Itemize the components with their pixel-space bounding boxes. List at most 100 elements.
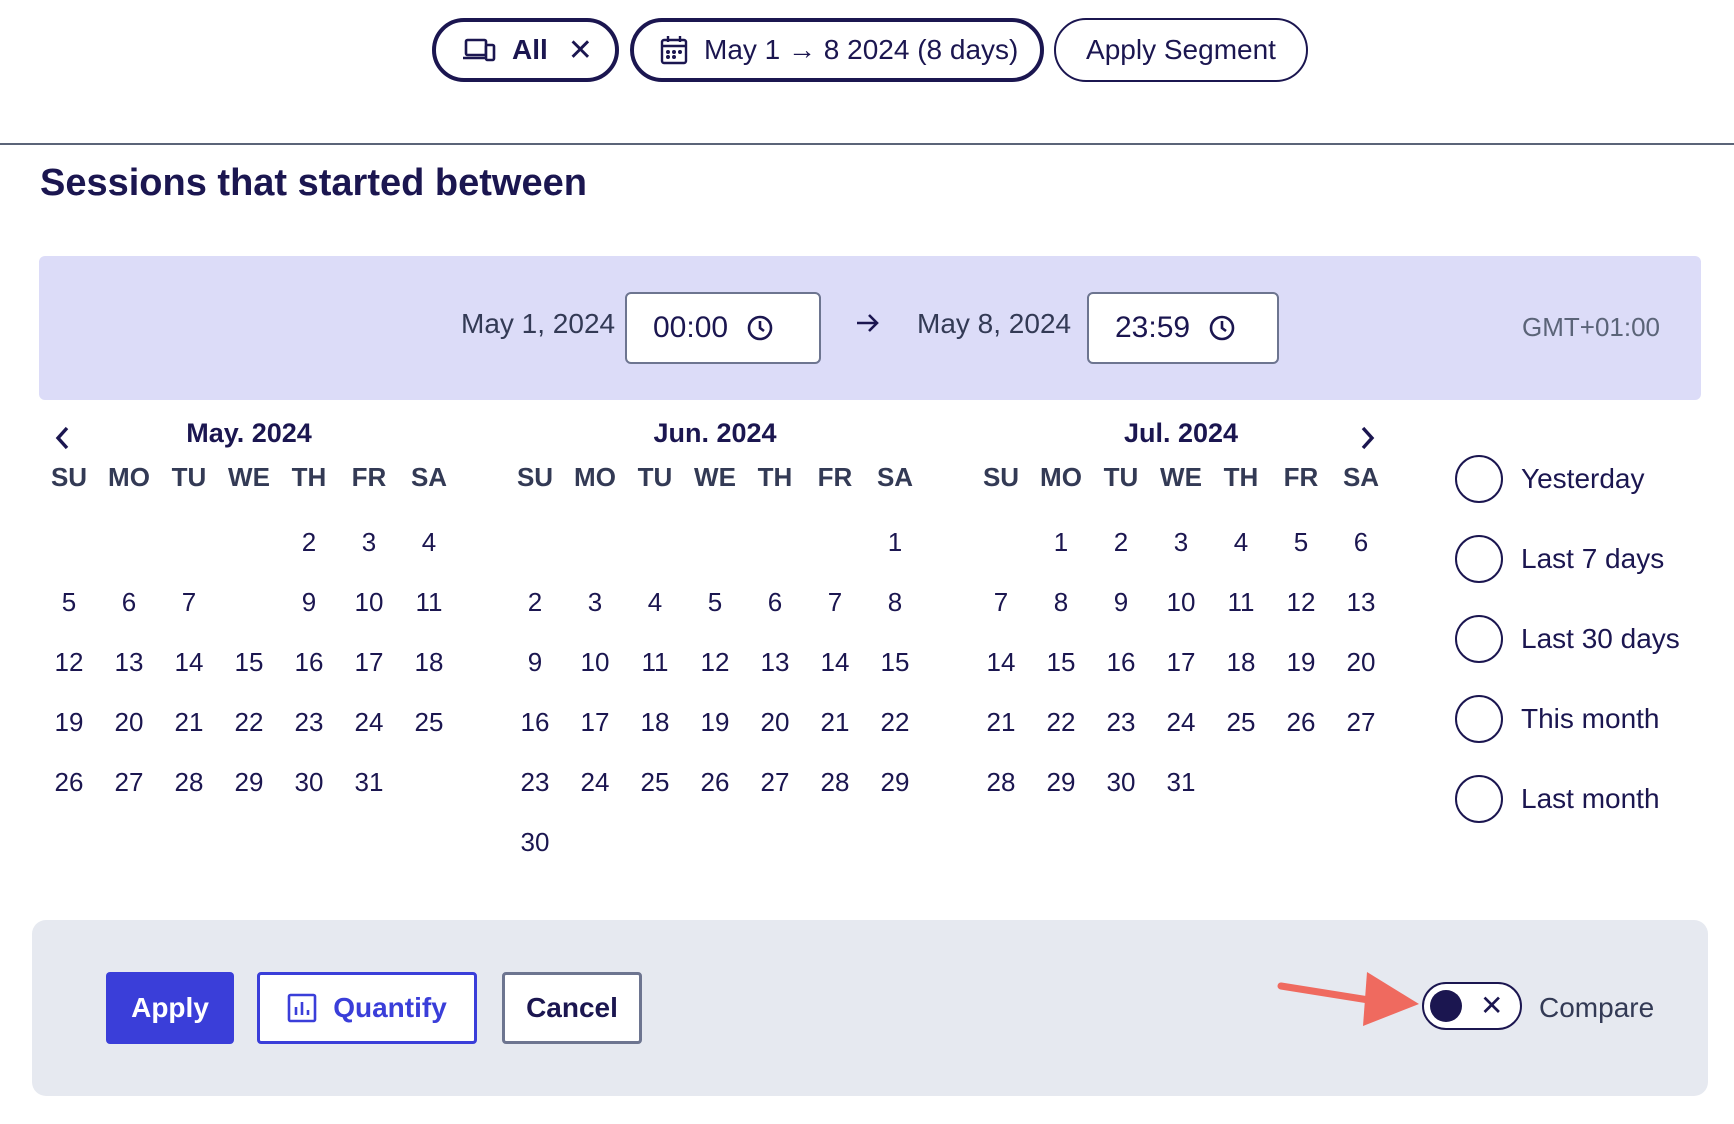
calendar-day[interactable]: 6 — [745, 572, 805, 632]
calendar-day[interactable]: 22 — [1031, 692, 1091, 752]
calendar-day[interactable]: 12 — [39, 632, 99, 692]
calendar-day[interactable]: 13 — [1331, 572, 1391, 632]
calendar-day[interactable]: 23 — [505, 752, 565, 812]
calendar-day[interactable]: 16 — [1091, 632, 1151, 692]
calendar-day[interactable]: 27 — [745, 752, 805, 812]
calendar-day[interactable]: 24 — [339, 692, 399, 752]
calendar-day[interactable]: 9 — [279, 572, 339, 632]
calendar-day[interactable]: 28 — [971, 752, 1031, 812]
radio-button[interactable] — [1455, 615, 1503, 663]
device-filter-chip[interactable]: All ✕ — [432, 18, 619, 82]
calendar-day[interactable]: 3 — [339, 512, 399, 572]
calendar-day[interactable]: 19 — [39, 692, 99, 752]
calendar-day[interactable]: 17 — [339, 632, 399, 692]
calendar-day[interactable]: 14 — [805, 632, 865, 692]
calendar-day[interactable]: 25 — [1211, 692, 1271, 752]
calendar-day[interactable]: 30 — [505, 812, 565, 872]
radio-button[interactable] — [1455, 695, 1503, 743]
calendar-day[interactable]: 17 — [1151, 632, 1211, 692]
preset-last-7-days[interactable]: Last 7 days — [1455, 535, 1664, 583]
calendar-day[interactable]: 19 — [1271, 632, 1331, 692]
calendar-day[interactable]: 29 — [1031, 752, 1091, 812]
apply-button[interactable]: Apply — [106, 972, 234, 1044]
calendar-day[interactable]: 20 — [99, 692, 159, 752]
calendar-day[interactable]: 1 — [865, 512, 925, 572]
calendar-day[interactable]: 20 — [745, 692, 805, 752]
preset-this-month[interactable]: This month — [1455, 695, 1660, 743]
calendar-day[interactable]: 25 — [625, 752, 685, 812]
calendar-day[interactable]: 3 — [565, 572, 625, 632]
calendar-day[interactable]: 30 — [1091, 752, 1151, 812]
calendar-day[interactable]: 20 — [1331, 632, 1391, 692]
calendar-day[interactable]: 29 — [219, 752, 279, 812]
calendar-day[interactable]: 19 — [685, 692, 745, 752]
calendar-day[interactable]: 31 — [1151, 752, 1211, 812]
calendar-day[interactable]: 18 — [399, 632, 459, 692]
calendar-day[interactable]: 16 — [505, 692, 565, 752]
calendar-day[interactable]: 23 — [279, 692, 339, 752]
apply-segment-button[interactable]: Apply Segment — [1054, 18, 1308, 82]
calendar-day[interactable]: 15 — [865, 632, 925, 692]
calendar-day[interactable]: 14 — [159, 632, 219, 692]
calendar-day[interactable]: 18 — [625, 692, 685, 752]
end-time-input[interactable]: 23:59 — [1087, 292, 1279, 364]
calendar-day-selected[interactable]: 8 — [219, 572, 279, 632]
calendar-day[interactable]: 27 — [1331, 692, 1391, 752]
calendar-day[interactable]: 8 — [865, 572, 925, 632]
calendar-day[interactable]: 24 — [1151, 692, 1211, 752]
calendar-day[interactable]: 2 — [1091, 512, 1151, 572]
preset-yesterday[interactable]: Yesterday — [1455, 455, 1645, 503]
quantify-button[interactable]: Quantify — [257, 972, 477, 1044]
start-time-input[interactable]: 00:00 — [625, 292, 821, 364]
calendar-day[interactable]: 26 — [39, 752, 99, 812]
calendar-day[interactable]: 31 — [339, 752, 399, 812]
calendar-day[interactable]: 5 — [39, 572, 99, 632]
calendar-day[interactable]: 10 — [565, 632, 625, 692]
calendar-day[interactable]: 7 — [971, 572, 1031, 632]
calendar-day[interactable]: 10 — [1151, 572, 1211, 632]
calendar-day[interactable]: 2 — [505, 572, 565, 632]
calendar-day[interactable]: 29 — [865, 752, 925, 812]
calendar-day[interactable]: 21 — [159, 692, 219, 752]
calendar-day[interactable]: 2 — [279, 512, 339, 572]
calendar-day[interactable]: 8 — [1031, 572, 1091, 632]
preset-last-month[interactable]: Last month — [1455, 775, 1660, 823]
calendar-day[interactable]: 5 — [1271, 512, 1331, 572]
calendar-day[interactable]: 24 — [565, 752, 625, 812]
calendar-day[interactable]: 26 — [685, 752, 745, 812]
calendar-day[interactable]: 21 — [971, 692, 1031, 752]
calendar-day[interactable]: 14 — [971, 632, 1031, 692]
radio-button[interactable] — [1455, 455, 1503, 503]
calendar-day[interactable]: 21 — [805, 692, 865, 752]
calendar-day[interactable]: 7 — [159, 572, 219, 632]
calendar-day[interactable]: 12 — [1271, 572, 1331, 632]
calendar-day[interactable]: 30 — [279, 752, 339, 812]
calendar-day[interactable]: 23 — [1091, 692, 1151, 752]
calendar-day[interactable]: 4 — [1211, 512, 1271, 572]
cancel-button[interactable]: Cancel — [502, 972, 642, 1044]
calendar-day[interactable]: 17 — [565, 692, 625, 752]
calendar-day[interactable]: 12 — [685, 632, 745, 692]
calendar-day[interactable]: 18 — [1211, 632, 1271, 692]
calendar-day[interactable]: 11 — [625, 632, 685, 692]
calendar-day[interactable]: 9 — [505, 632, 565, 692]
calendar-day[interactable]: 5 — [685, 572, 745, 632]
close-icon[interactable]: ✕ — [568, 33, 593, 68]
calendar-day[interactable]: 6 — [99, 572, 159, 632]
calendar-day[interactable]: 25 — [399, 692, 459, 752]
calendar-day[interactable]: 9 — [1091, 572, 1151, 632]
calendar-day-selected[interactable]: 1 — [219, 512, 279, 572]
calendar-day[interactable]: 28 — [805, 752, 865, 812]
preset-last-30-days[interactable]: Last 30 days — [1455, 615, 1680, 663]
calendar-day[interactable]: 13 — [745, 632, 805, 692]
radio-button[interactable] — [1455, 535, 1503, 583]
calendar-day[interactable]: 22 — [219, 692, 279, 752]
calendar-day[interactable]: 28 — [159, 752, 219, 812]
calendar-day[interactable]: 26 — [1271, 692, 1331, 752]
calendar-day[interactable]: 15 — [1031, 632, 1091, 692]
calendar-day[interactable]: 15 — [219, 632, 279, 692]
calendar-day[interactable]: 27 — [99, 752, 159, 812]
calendar-day[interactable]: 13 — [99, 632, 159, 692]
calendar-day[interactable]: 3 — [1151, 512, 1211, 572]
calendar-day[interactable]: 7 — [805, 572, 865, 632]
